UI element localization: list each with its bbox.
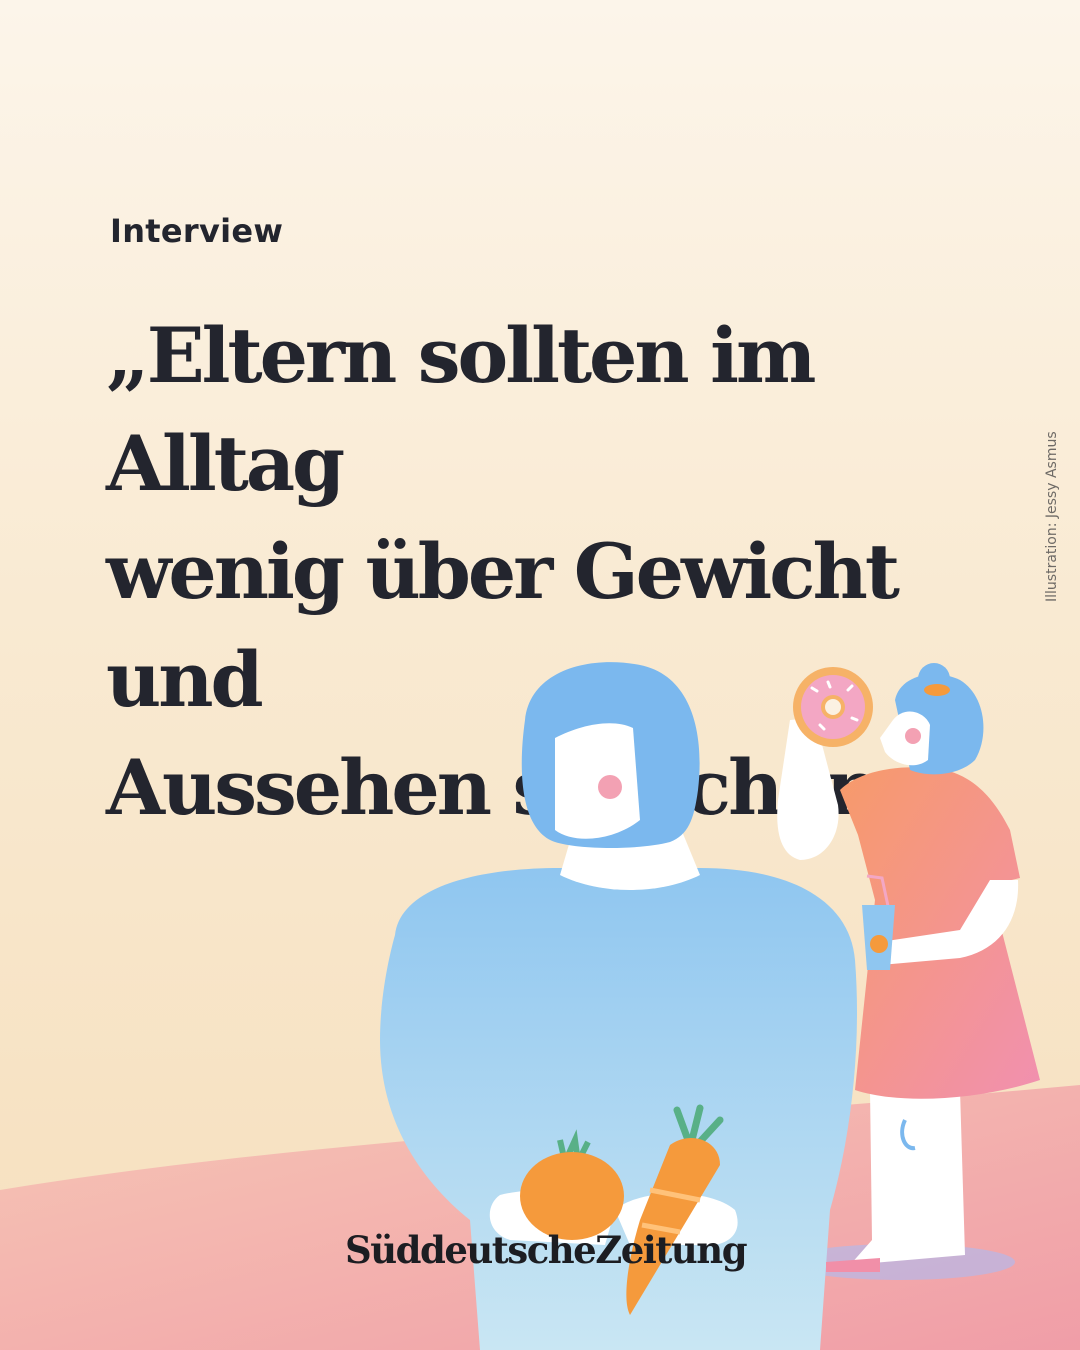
donut-icon (793, 667, 873, 747)
child-face (880, 711, 930, 766)
illustration (0, 662, 1080, 1350)
child-bun-tie (924, 684, 950, 696)
adult-face (555, 723, 640, 839)
sueddeutsche-zeitung-logo: SüddeutscheZeitung (345, 1228, 748, 1272)
adult-cheek (598, 775, 622, 799)
instagram-post: Interview „Eltern sollten im Alltag weni… (0, 0, 1080, 1350)
child-cheek (905, 728, 921, 744)
